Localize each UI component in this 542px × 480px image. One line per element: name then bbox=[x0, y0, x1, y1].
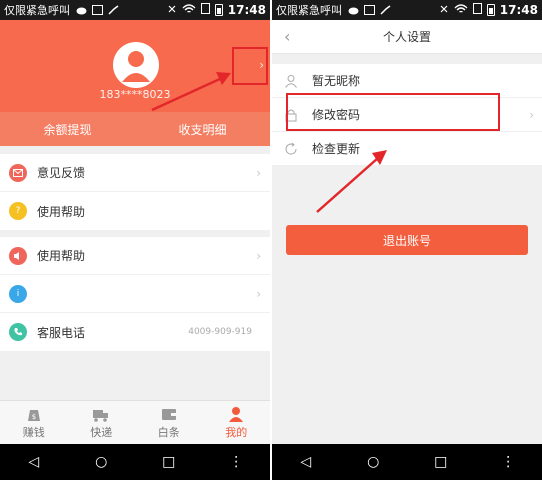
settings-item-label: 检查更新 bbox=[312, 142, 361, 156]
left-screen: 仅限紧急呼叫 17:48 183****8023 › 余额提现 收支明细 意见反… bbox=[0, 0, 270, 480]
bottom-tab-bar: $ 赚钱 快递 白条 我的 bbox=[0, 400, 270, 444]
back-icon[interactable]: ◁ bbox=[294, 454, 318, 470]
wallet-icon bbox=[161, 408, 176, 420]
avatar-user-icon bbox=[122, 51, 150, 82]
broom-icon bbox=[108, 5, 119, 15]
no-sim-icon bbox=[439, 4, 449, 17]
menu-item-label: 意见反馈 bbox=[37, 166, 86, 180]
recents-icon[interactable]: □ bbox=[157, 454, 181, 470]
chevron-right-icon: › bbox=[256, 165, 261, 180]
svg-text:$: $ bbox=[32, 413, 36, 421]
notification-icons bbox=[348, 5, 391, 15]
menu-group-2: 使用帮助 › i › 客服电话 4009-909-919 bbox=[0, 237, 270, 351]
right-screen: 仅限紧急呼叫 17:48 ‹ 个人设置 暂无昵称 修改密码 › 检查更新 退出账… bbox=[272, 0, 542, 480]
menu-item-info[interactable]: i › bbox=[0, 275, 270, 313]
menu-item-label: 使用帮助 bbox=[37, 204, 86, 219]
tab-credit[interactable]: 白条 bbox=[135, 401, 203, 444]
profile-header[interactable]: 183****8023 › bbox=[0, 20, 270, 112]
speaker-icon bbox=[9, 246, 27, 265]
carrier-label: 仅限紧急呼叫 bbox=[4, 4, 70, 17]
user-icon bbox=[229, 406, 244, 422]
image-icon bbox=[92, 5, 103, 15]
weibo-icon bbox=[348, 5, 359, 15]
title-bar: ‹ 个人设置 bbox=[272, 20, 542, 54]
menu-item-label: 使用帮助 bbox=[37, 249, 86, 263]
settings-item-label: 暂无昵称 bbox=[312, 74, 361, 88]
refresh-icon bbox=[284, 142, 298, 156]
sim-icon bbox=[200, 3, 210, 17]
avatar[interactable] bbox=[113, 42, 159, 88]
phone-icon bbox=[9, 323, 27, 341]
wifi-icon bbox=[182, 3, 196, 17]
tab-label: 我的 bbox=[225, 425, 248, 439]
weibo-icon bbox=[76, 5, 87, 15]
status-bar: 仅限紧急呼叫 17:48 bbox=[272, 0, 542, 20]
home-icon[interactable]: ○ bbox=[89, 454, 113, 470]
more-icon[interactable]: ⋮ bbox=[496, 454, 520, 470]
more-icon[interactable]: ⋮ bbox=[224, 454, 248, 470]
transactions-button[interactable]: 收支明细 bbox=[135, 121, 270, 138]
money-bag-icon: $ bbox=[27, 409, 40, 421]
chevron-right-icon: › bbox=[256, 248, 261, 263]
settings-item-check-update[interactable]: 检查更新 bbox=[272, 132, 542, 166]
battery-icon bbox=[486, 4, 495, 16]
carrier-label: 仅限紧急呼叫 bbox=[276, 4, 342, 17]
chevron-right-icon: › bbox=[529, 107, 534, 122]
back-chevron-icon[interactable]: ‹ bbox=[284, 27, 290, 46]
page-title: 个人设置 bbox=[382, 30, 431, 44]
service-phone-number: 4009-909-919 bbox=[188, 327, 252, 337]
phone-number: 183****8023 bbox=[99, 88, 171, 101]
wifi-icon bbox=[454, 3, 468, 17]
user-outline-icon bbox=[284, 74, 298, 88]
menu-item-help[interactable]: ? 使用帮助 bbox=[0, 192, 270, 230]
info-icon: i bbox=[9, 284, 27, 303]
menu-item-customer-service[interactable]: 客服电话 4009-909-919 bbox=[0, 313, 270, 351]
menu-group-1: 意见反馈 › ? 使用帮助 bbox=[0, 154, 270, 230]
withdraw-button[interactable]: 余额提现 bbox=[0, 121, 135, 138]
sim-icon bbox=[472, 3, 482, 17]
image-icon bbox=[364, 5, 375, 15]
mail-icon bbox=[9, 163, 27, 182]
clock: 17:48 bbox=[227, 3, 266, 17]
menu-item-help-2[interactable]: 使用帮助 › bbox=[0, 237, 270, 275]
home-icon[interactable]: ○ bbox=[361, 454, 385, 470]
clock: 17:48 bbox=[499, 3, 538, 17]
annotation-box-change-password bbox=[286, 93, 500, 131]
help-icon: ? bbox=[9, 202, 27, 220]
tab-label: 白条 bbox=[157, 425, 180, 439]
android-nav-bar: ◁ ○ □ ⋮ bbox=[272, 444, 542, 480]
recents-icon[interactable]: □ bbox=[429, 454, 453, 470]
tab-earn[interactable]: $ 赚钱 bbox=[0, 401, 68, 444]
battery-icon bbox=[214, 4, 223, 16]
annotation-box-profile-arrow bbox=[232, 47, 268, 85]
tab-label: 快递 bbox=[90, 425, 113, 439]
broom-icon bbox=[380, 5, 391, 15]
tab-express[interactable]: 快递 bbox=[68, 401, 136, 444]
notification-icons bbox=[76, 5, 119, 15]
menu-item-feedback[interactable]: 意见反馈 › bbox=[0, 154, 270, 192]
tab-label: 赚钱 bbox=[22, 425, 45, 439]
android-nav-bar: ◁ ○ □ ⋮ bbox=[0, 444, 270, 480]
tab-mine[interactable]: 我的 bbox=[203, 401, 271, 444]
back-icon[interactable]: ◁ bbox=[22, 454, 46, 470]
balance-bar: 余额提现 收支明细 bbox=[0, 112, 270, 146]
logout-button[interactable]: 退出账号 bbox=[286, 225, 528, 255]
menu-item-label: 客服电话 bbox=[37, 325, 86, 340]
no-sim-icon bbox=[167, 4, 177, 17]
status-bar: 仅限紧急呼叫 17:48 bbox=[0, 0, 270, 20]
chevron-right-icon: › bbox=[256, 286, 261, 301]
truck-icon bbox=[93, 409, 109, 422]
